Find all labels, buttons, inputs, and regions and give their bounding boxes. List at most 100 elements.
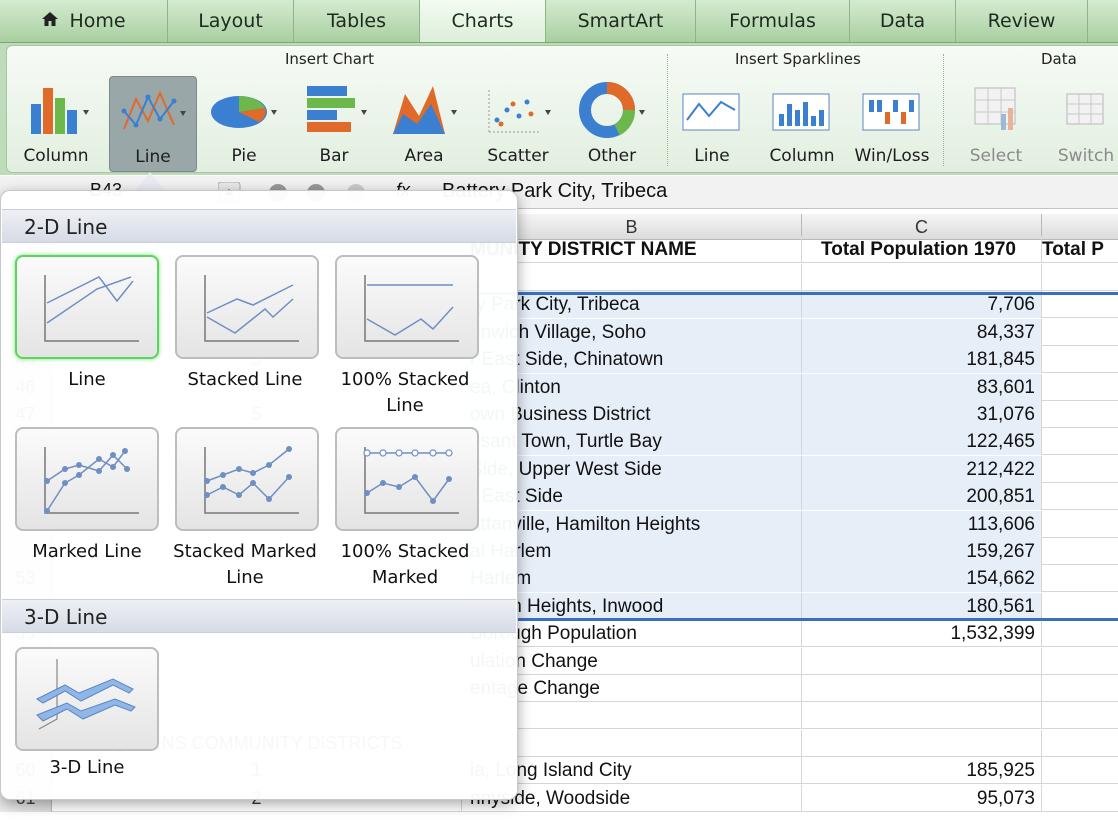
stacked-line-thumb-icon [204, 275, 299, 342]
switch-plot-button[interactable]: Switch [1043, 76, 1118, 170]
column-chart-label: Column [23, 146, 89, 166]
cell[interactable] [1042, 538, 1118, 565]
other-chart-label: Other [587, 146, 637, 166]
scatter-chart-icon [488, 88, 551, 133]
scatter-chart-label: Scatter [487, 146, 549, 166]
popover-arrow [136, 172, 164, 190]
tab-layout[interactable]: Layout [168, 0, 294, 42]
tab-data[interactable]: Data [850, 0, 956, 42]
cell[interactable]: 1,532,399 [802, 620, 1042, 647]
cell[interactable]: 154,662 [802, 565, 1042, 592]
tab-label: Home [69, 10, 126, 32]
cell[interactable] [1042, 428, 1118, 455]
cell[interactable] [1042, 319, 1118, 346]
scatter-chart-button[interactable]: Scatter [475, 76, 561, 170]
line-chart-icon [121, 90, 186, 130]
switch-plot-label: Switch [1057, 146, 1115, 166]
stacked-marked-line-option[interactable] [175, 427, 319, 531]
cell[interactable]: 185,925 [802, 757, 1042, 784]
sparkline-winloss-icon [862, 93, 920, 131]
bar-chart-button[interactable]: Bar [291, 76, 377, 170]
cell[interactable] [1042, 483, 1118, 510]
cell[interactable] [1042, 702, 1118, 729]
cell[interactable]: 7,706 [802, 291, 1042, 318]
cell[interactable]: 113,606 [802, 511, 1042, 538]
percent-stacked-marked-line-option-label: 100% Stacked Marked [340, 541, 470, 588]
cell[interactable]: 180,561 [802, 593, 1042, 620]
sparkline-line-button[interactable]: Line [669, 76, 755, 170]
3d-line-option[interactable] [15, 647, 159, 751]
cell[interactable] [1042, 565, 1118, 592]
tab-smartart[interactable]: SmartArt [546, 0, 696, 42]
cell[interactable] [802, 730, 1042, 757]
tab-label: Tables [326, 10, 387, 32]
cell[interactable] [1042, 675, 1118, 702]
area-chart-icon [393, 86, 457, 134]
percent-stacked-marked-line-option[interactable] [335, 427, 479, 531]
cell[interactable]: 181,845 [802, 346, 1042, 373]
doughnut-chart-icon [579, 82, 645, 138]
cell[interactable] [1042, 785, 1118, 812]
tab-formulas[interactable]: Formulas [696, 0, 850, 42]
cell[interactable] [802, 702, 1042, 729]
cell[interactable] [1042, 730, 1118, 757]
cell[interactable] [802, 264, 1042, 291]
other-chart-button[interactable]: Other [569, 76, 655, 170]
section-2d-line: 2-D Line [2, 209, 516, 243]
cell[interactable] [802, 675, 1042, 702]
bar-chart-label: Bar [319, 146, 349, 166]
tab-home[interactable]: Home [0, 0, 168, 42]
home-icon [41, 10, 59, 32]
cell[interactable]: 83,601 [802, 374, 1042, 401]
cell[interactable] [1042, 264, 1118, 291]
line-chart-option[interactable] [15, 255, 159, 359]
tab-tables[interactable]: Tables [294, 0, 420, 42]
line-chart-button[interactable]: Line [109, 76, 197, 172]
cell[interactable]: 200,851 [802, 483, 1042, 510]
line-chart-gallery: 2-D Line Line Stacked Line 100% Stacked … [0, 190, 518, 800]
stacked-marked-line-option-label: Stacked Marked Line [173, 541, 317, 588]
cell[interactable] [1042, 593, 1118, 620]
select-data-button[interactable]: Select [953, 76, 1039, 170]
cell[interactable] [1042, 401, 1118, 428]
sparkline-winloss-button[interactable]: Win/Loss [849, 76, 935, 170]
cell[interactable] [1042, 374, 1118, 401]
cell[interactable] [1042, 346, 1118, 373]
sparkline-line-label: Line [694, 146, 730, 166]
cell[interactable] [802, 648, 1042, 675]
percent-stacked-line-option[interactable] [335, 255, 479, 359]
cell[interactable] [1042, 291, 1118, 318]
tab-charts[interactable]: Charts [420, 0, 546, 42]
sparkline-line-icon [682, 93, 740, 131]
percent-stacked-line-thumb-icon [364, 275, 459, 342]
cell[interactable]: 84,337 [802, 319, 1042, 346]
ribbon-panel: Insert Chart Insert Sparklines Data Colu… [6, 45, 1118, 173]
tab-label: Formulas [729, 10, 816, 32]
cell[interactable]: 212,422 [802, 456, 1042, 483]
stacked-line-option-label: Stacked Line [187, 369, 303, 390]
cell[interactable]: 159,267 [802, 538, 1042, 565]
group-divider [943, 54, 944, 166]
switch-plot-icon [1066, 93, 1104, 125]
cell[interactable]: 95,073 [802, 785, 1042, 812]
cell[interactable]: Total P [1042, 236, 1118, 263]
selection-border-bottom [462, 618, 1118, 621]
cell[interactable]: 122,465 [802, 428, 1042, 455]
cell[interactable] [1042, 648, 1118, 675]
cell[interactable] [1042, 456, 1118, 483]
stacked-line-option[interactable] [175, 255, 319, 359]
cell[interactable]: Total Population 1970 [802, 236, 1042, 263]
marked-line-option[interactable] [15, 427, 159, 531]
cell[interactable] [1042, 757, 1118, 784]
cell[interactable] [1042, 620, 1118, 647]
cell[interactable] [1042, 511, 1118, 538]
column-chart-button[interactable]: Column [13, 76, 99, 170]
tab-review[interactable]: Review [956, 0, 1088, 42]
cell[interactable]: 31,076 [802, 401, 1042, 428]
sparkline-column-button[interactable]: Column [759, 76, 845, 170]
area-chart-button[interactable]: Area [381, 76, 467, 170]
select-data-label: Select [969, 146, 1023, 166]
3d-line-option-label: 3-D Line [49, 757, 125, 778]
pie-chart-button[interactable]: Pie [201, 76, 287, 170]
column-chart-icon [31, 88, 89, 134]
